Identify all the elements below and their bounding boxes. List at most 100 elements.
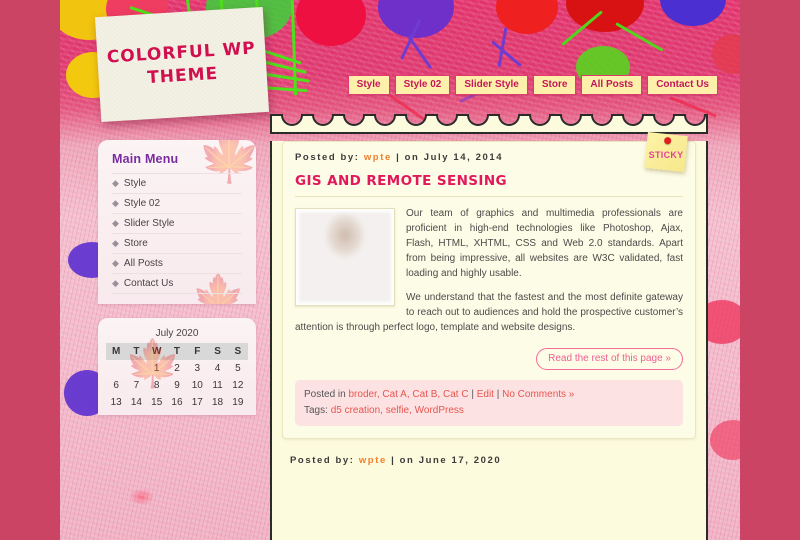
calendar-day-cell: 8 [153, 380, 160, 391]
post-author[interactable]: wpte [364, 152, 392, 163]
post-title[interactable]: GIS AND REMOTE SENSING [295, 173, 683, 189]
page-title: COLORFUL WP THEME [106, 37, 257, 88]
post-categories-link[interactable]: broder, Cat A, Cat B, Cat C [348, 389, 468, 400]
sidebar: 🍁 🍁 Main Menu ◆ Style ◆ Style 02 ◆ Slide… [98, 140, 256, 415]
inner-layout: 🍁 🍁 Main Menu ◆ Style ◆ Style 02 ◆ Slide… [60, 114, 740, 540]
post-date-prefix: on [399, 455, 415, 466]
calendar-week-row: 1 2 3 4 5 [106, 360, 248, 377]
sidebar-item-label: All Posts [123, 258, 163, 269]
post-tags-link[interactable]: d5 creation, selfie, WordPress [331, 405, 464, 416]
sidebar-item-style[interactable]: ◆ Style [112, 173, 242, 193]
post-meta: Posted by: wpte | on July 14, 2014 [295, 152, 683, 163]
calendar-week-row: 6 7 8 9 10 11 12 [106, 377, 248, 394]
post-meta-next: Posted by: wpte | on June 17, 2020 [290, 455, 696, 466]
nav-item-store[interactable]: Store [532, 75, 577, 95]
post-edit-link[interactable]: Edit [477, 389, 494, 400]
meta-pipe: | [471, 389, 474, 400]
sidebar-item-store[interactable]: ◆ Store [112, 233, 242, 253]
calendar-day-header: F [187, 343, 208, 360]
post-footer-meta: Posted in broder, Cat A, Cat B, Cat C | … [295, 380, 683, 426]
sticky-label: STICKY [648, 149, 684, 160]
post-comments-link[interactable]: No Comments » [502, 389, 574, 400]
calendar-day-cell: 6 [113, 380, 119, 391]
calendar-caption: July 2020 [155, 328, 199, 339]
calendar-day-cell: 18 [211, 397, 224, 408]
sidebar-item-label: Store [123, 238, 148, 249]
post-date: July 14, 2014 [423, 152, 504, 163]
list-bullet-icon: ◆ [112, 258, 119, 268]
art-blob [378, 0, 454, 38]
site-title-card[interactable]: COLORFUL WP THEME [94, 6, 270, 123]
list-bullet-icon: ◆ [112, 218, 119, 228]
content-area: STICKY Posted by: wpte | on July 14, 201… [270, 112, 708, 540]
calendar-day-cell [126, 360, 146, 377]
calendar-day-cell: 1 [153, 363, 160, 374]
list-bullet-icon: ◆ [112, 178, 119, 188]
art-blob [566, 0, 644, 32]
site-column: Style Style 02 Slider Style Store All Po… [60, 0, 740, 540]
calendar-header-row: M T W T F S S [106, 343, 248, 360]
calendar-day-cell: 9 [174, 380, 180, 391]
notepad-scallop-edge [270, 112, 708, 134]
calendar-day-cell: 11 [212, 380, 223, 391]
scallop-svg [270, 114, 708, 134]
calendar-day-cell: 5 [235, 363, 241, 374]
calendar-day-cell: 10 [191, 380, 203, 391]
calendar-day-header: S [207, 343, 228, 360]
art-blob [660, 0, 726, 26]
list-bullet-icon: ◆ [112, 198, 119, 208]
calendar-day-cell [106, 360, 126, 377]
art-streak [615, 22, 664, 52]
calendar-day-header: T [166, 343, 188, 360]
nav-item-slider-style[interactable]: Slider Style [455, 75, 528, 95]
post-meta-separator: | [396, 152, 401, 163]
calendar-day-cell: 13 [110, 397, 122, 408]
tags-label: Tags: [304, 405, 328, 416]
calendar-day-header: M [106, 343, 127, 360]
meta-pipe: | [496, 389, 500, 400]
calendar-day-header: T [126, 343, 147, 360]
post-categories-line: Posted in broder, Cat A, Cat B, Cat C | … [304, 387, 674, 403]
page-root: Style Style 02 Slider Style Store All Po… [0, 0, 800, 540]
widget-calendar: 🍁 July 2020 M T W T F S S 1 2 3 4 5 6 7 … [98, 318, 256, 415]
sidebar-menu-list: ◆ Style ◆ Style 02 ◆ Slider Style ◆ Stor… [112, 173, 242, 294]
post-date: June 17, 2020 [418, 455, 502, 466]
calendar-table: M T W T F S S 1 2 3 4 5 6 7 8 9 10 11 12… [106, 343, 248, 411]
sidebar-item-style-02[interactable]: ◆ Style 02 [112, 193, 242, 213]
art-blob [296, 0, 366, 46]
calendar-day-cell: 4 [214, 363, 221, 374]
sidebar-item-contact-us[interactable]: ◆ Contact Us [112, 273, 242, 294]
post-meta-prefix: Posted by: [295, 152, 360, 163]
read-more-row: Read the rest of this page » [295, 344, 683, 372]
post-date-prefix: on [404, 152, 420, 163]
status-badge-sticky: STICKY [644, 132, 688, 172]
pin-icon [663, 136, 672, 145]
sidebar-item-label: Slider Style [123, 218, 175, 229]
widget-title-main-menu: Main Menu [112, 152, 179, 166]
nav-item-all-posts[interactable]: All Posts [581, 75, 643, 95]
nav-item-contact-us[interactable]: Contact Us [647, 75, 718, 95]
sidebar-item-all-posts[interactable]: ◆ All Posts [112, 253, 242, 273]
sidebar-item-label: Style 02 [123, 198, 161, 209]
widget-main-menu: 🍁 🍁 Main Menu ◆ Style ◆ Style 02 ◆ Slide… [98, 140, 256, 304]
post-meta-separator: | [391, 455, 396, 466]
calendar-day-cell: 19 [232, 397, 244, 408]
divider [295, 196, 683, 197]
read-more-button[interactable]: Read the rest of this page » [536, 348, 683, 370]
calendar-day-cell: 7 [133, 380, 140, 391]
post-meta-prefix: Posted by: [290, 455, 355, 466]
calendar-day-cell: 12 [232, 380, 244, 391]
art-streak [491, 40, 523, 68]
nav-item-style-02[interactable]: Style 02 [394, 75, 451, 95]
art-blob [712, 34, 740, 74]
post-thumbnail[interactable] [295, 208, 395, 306]
list-bullet-icon: ◆ [112, 238, 119, 248]
notepad-panel: STICKY Posted by: wpte | on July 14, 201… [270, 132, 708, 540]
nav-item-style[interactable]: Style [347, 75, 390, 95]
calendar-day-cell: 15 [151, 397, 163, 408]
calendar-day-header: S [227, 343, 248, 360]
primary-navigation[interactable]: Style Style 02 Slider Style Store All Po… [347, 75, 718, 95]
sidebar-item-slider-style[interactable]: ◆ Slider Style [112, 213, 242, 233]
calendar-day-cell: 14 [130, 397, 142, 408]
post-author[interactable]: wpte [359, 455, 387, 466]
